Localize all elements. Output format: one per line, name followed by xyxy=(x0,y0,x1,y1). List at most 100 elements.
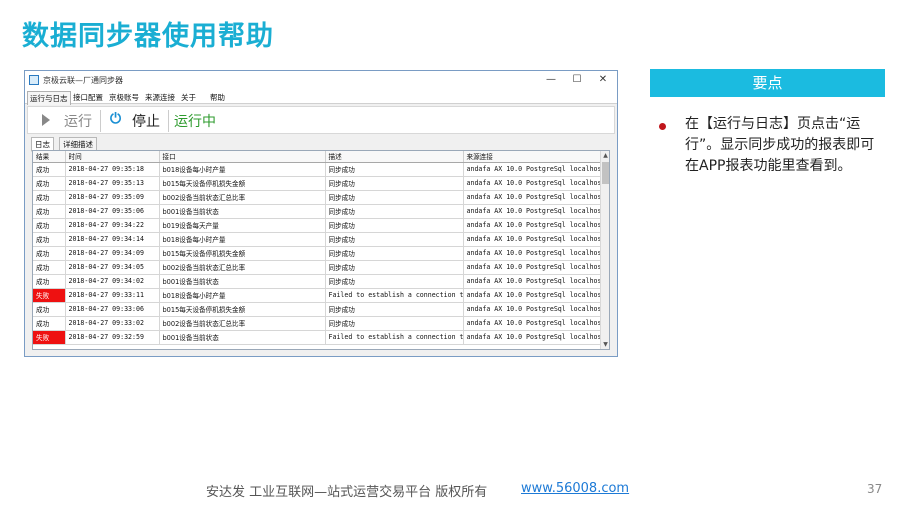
tab-about[interactable]: 关于 xyxy=(179,91,198,104)
column-header-result[interactable]: 结果 xyxy=(33,151,66,163)
table-row[interactable]: 成功 2018-04-27 09:34:05 b002设备当前状态汇总比率 同步成功 a… xyxy=(33,260,602,275)
table-row[interactable]: 成功 2018-04-27 09:35:09 b002设备当前状态汇总比率 同步成功 a… xyxy=(33,190,602,205)
scrollbar-thumb[interactable] xyxy=(602,162,609,184)
table-row[interactable]: 成功 2018-04-27 09:34:09 b015每天设备停机损失金额 同步成功 a… xyxy=(33,246,602,261)
cell-interface: b015每天设备停机损失金额 xyxy=(159,302,326,317)
table-row[interactable]: 成功 2018-04-27 09:35:13 b015每天设备停机损失金额 同步成功 a… xyxy=(33,176,602,191)
bullet-text: 在【运行与日志】页点击“运行”。显示同步成功的报表即可在APP报表功能里查看到。 xyxy=(685,116,875,174)
tab-interface-config[interactable]: 接口配置 xyxy=(71,91,105,104)
table-row[interactable]: 失败 2018-04-27 09:33:11 b018设备每小时产量 Failed t… xyxy=(33,288,602,303)
cell-description: 同步成功 xyxy=(325,190,464,205)
table-row[interactable]: 失败 2018-04-27 09:32:59 b001设备当前状态 Failed to… xyxy=(33,330,602,345)
cell-result: 失败 xyxy=(33,330,66,345)
cell-interface: b002设备当前状态汇总比率 xyxy=(159,260,326,275)
scroll-down-icon[interactable]: ▼ xyxy=(602,341,609,348)
cell-source: andafa AX 10.0 PostgreSql localhos... xyxy=(463,232,602,247)
cell-time: 2018-04-27 09:35:18 xyxy=(65,162,160,177)
table-body: 成功 2018-04-27 09:35:18 b018设备每小时产量 同步成功 anda… xyxy=(33,162,602,345)
cell-description: 同步成功 xyxy=(325,232,464,247)
tab-help[interactable]: 帮助 xyxy=(208,91,227,104)
cell-source: andafa AX 10.0 PostgreSql localhos... xyxy=(463,288,602,303)
toolbar-divider xyxy=(168,110,169,132)
cell-result: 成功 xyxy=(33,302,66,317)
cell-interface: b018设备每小时产量 xyxy=(159,232,326,247)
cell-source: andafa AX 10.0 PostgreSql localhos... xyxy=(463,316,602,331)
scroll-up-icon[interactable]: ▲ xyxy=(602,152,609,159)
column-header-source[interactable]: 来源连接 xyxy=(463,151,602,163)
table-row[interactable]: 成功 2018-04-27 09:33:02 b002设备当前状态汇总比率 同步成功 a… xyxy=(33,316,602,331)
footer-text: 安达发 工业互联网—站式运营交易平台 版权所有 xyxy=(206,485,488,500)
cell-time: 2018-04-27 09:34:14 xyxy=(65,232,160,247)
table-row[interactable]: 成功 2018-04-27 09:33:06 b015每天设备停机损失金额 同步成功 a… xyxy=(33,302,602,317)
table-row[interactable]: 成功 2018-04-27 09:35:18 b018设备每小时产量 同步成功 anda… xyxy=(33,162,602,177)
cell-interface: b019设备每天产量 xyxy=(159,218,326,233)
tab-run-log[interactable]: 运行与日志 xyxy=(27,91,71,105)
cell-time: 2018-04-27 09:33:06 xyxy=(65,302,160,317)
cell-interface: b002设备当前状态汇总比率 xyxy=(159,190,326,205)
toolbar-divider xyxy=(100,110,101,132)
cell-result: 成功 xyxy=(33,190,66,205)
cell-time: 2018-04-27 09:34:02 xyxy=(65,274,160,289)
table-row[interactable]: 成功 2018-04-27 09:34:02 b001设备当前状态 同步成功 andaf… xyxy=(33,274,602,289)
cell-result: 成功 xyxy=(33,316,66,331)
cell-description: 同步成功 xyxy=(325,302,464,317)
cell-result: 成功 xyxy=(33,260,66,275)
cell-source: andafa AX 10.0 PostgreSql localhos... xyxy=(463,218,602,233)
footer-link[interactable]: www.56008.com xyxy=(521,481,629,496)
page-number: 37 xyxy=(867,482,883,496)
cell-result: 成功 xyxy=(33,162,66,177)
vertical-scrollbar[interactable]: ▲ ▼ xyxy=(600,151,609,349)
column-header-description[interactable]: 描述 xyxy=(325,151,464,163)
cell-description: 同步成功 xyxy=(325,218,464,233)
cell-source: andafa AX 10.0 PostgreSql localhos... xyxy=(463,162,602,177)
cell-source: andafa AX 10.0 PostgreSql localhos... xyxy=(463,204,602,219)
cell-description: 同步成功 xyxy=(325,260,464,275)
cell-description: 同步成功 xyxy=(325,316,464,331)
app-icon xyxy=(29,75,39,85)
cell-interface: b018设备每小时产量 xyxy=(159,288,326,303)
minimize-icon[interactable]: — xyxy=(543,73,559,87)
stop-button[interactable]: 停止 xyxy=(132,111,160,131)
tab-source-connection[interactable]: 来源连接 xyxy=(143,91,177,104)
cell-time: 2018-04-27 09:34:09 xyxy=(65,246,160,261)
cell-source: andafa AX 10.0 PostgreSql localhos... xyxy=(463,190,602,205)
toolbar: 运行 ⏻ 停止 运行中 xyxy=(27,106,615,134)
cell-description: 同步成功 xyxy=(325,246,464,261)
log-table: 结果 时间 接口 描述 来源连接 成功 2018-04-27 09:35:18 b0… xyxy=(33,151,602,345)
tab-account[interactable]: 京极账号 xyxy=(107,91,141,104)
column-header-interface[interactable]: 接口 xyxy=(159,151,326,163)
cell-interface: b015每天设备停机损失金额 xyxy=(159,246,326,261)
window-title: 京极云联—厂通同步器 xyxy=(43,76,123,85)
run-button[interactable]: 运行 xyxy=(64,111,92,131)
cell-result: 成功 xyxy=(33,232,66,247)
cell-result: 成功 xyxy=(33,176,66,191)
cell-time: 2018-04-27 09:33:11 xyxy=(65,288,160,303)
cell-interface: b001设备当前状态 xyxy=(159,330,326,345)
play-icon[interactable] xyxy=(42,114,50,126)
close-icon[interactable]: ✕ xyxy=(595,73,611,87)
table-row[interactable]: 成功 2018-04-27 09:34:22 b019设备每天产量 同步成功 andaf… xyxy=(33,218,602,233)
cell-description: 同步成功 xyxy=(325,204,464,219)
cell-description: Failed to establish a connection t... xyxy=(325,288,464,303)
cell-source: andafa AX 10.0 PostgreSql localhos... xyxy=(463,246,602,261)
run-status: 运行中 xyxy=(174,114,216,130)
cell-result: 成功 xyxy=(33,218,66,233)
cell-interface: b002设备当前状态汇总比率 xyxy=(159,316,326,331)
app-window: 京极云联—厂通同步器 — ☐ ✕ 运行与日志 接口配置 京极账号 来源连接 关于… xyxy=(24,70,618,357)
cell-description: 同步成功 xyxy=(325,274,464,289)
power-icon[interactable]: ⏻ xyxy=(110,111,121,127)
table-row[interactable]: 成功 2018-04-27 09:34:14 b018设备每小时产量 同步成功 anda… xyxy=(33,232,602,247)
table-row[interactable]: 成功 2018-04-27 09:35:06 b001设备当前状态 同步成功 andaf… xyxy=(33,204,602,219)
cell-result: 成功 xyxy=(33,204,66,219)
cell-source: andafa AX 10.0 PostgreSql localhos... xyxy=(463,176,602,191)
column-header-time[interactable]: 时间 xyxy=(65,151,160,163)
slide-title: 数据同步器使用帮助 xyxy=(22,21,274,52)
cell-time: 2018-04-27 09:34:05 xyxy=(65,260,160,275)
bullet-dot-icon xyxy=(659,123,666,130)
cell-result: 失败 xyxy=(33,288,66,303)
maximize-icon[interactable]: ☐ xyxy=(569,73,585,87)
cell-source: andafa AX 10.0 PostgreSql localhos... xyxy=(463,274,602,289)
tab-bar: 运行与日志 接口配置 京极账号 来源连接 关于 帮助 xyxy=(25,90,617,105)
title-bar: 京极云联—厂通同步器 — ☐ ✕ xyxy=(25,71,617,90)
cell-interface: b015每天设备停机损失金额 xyxy=(159,176,326,191)
